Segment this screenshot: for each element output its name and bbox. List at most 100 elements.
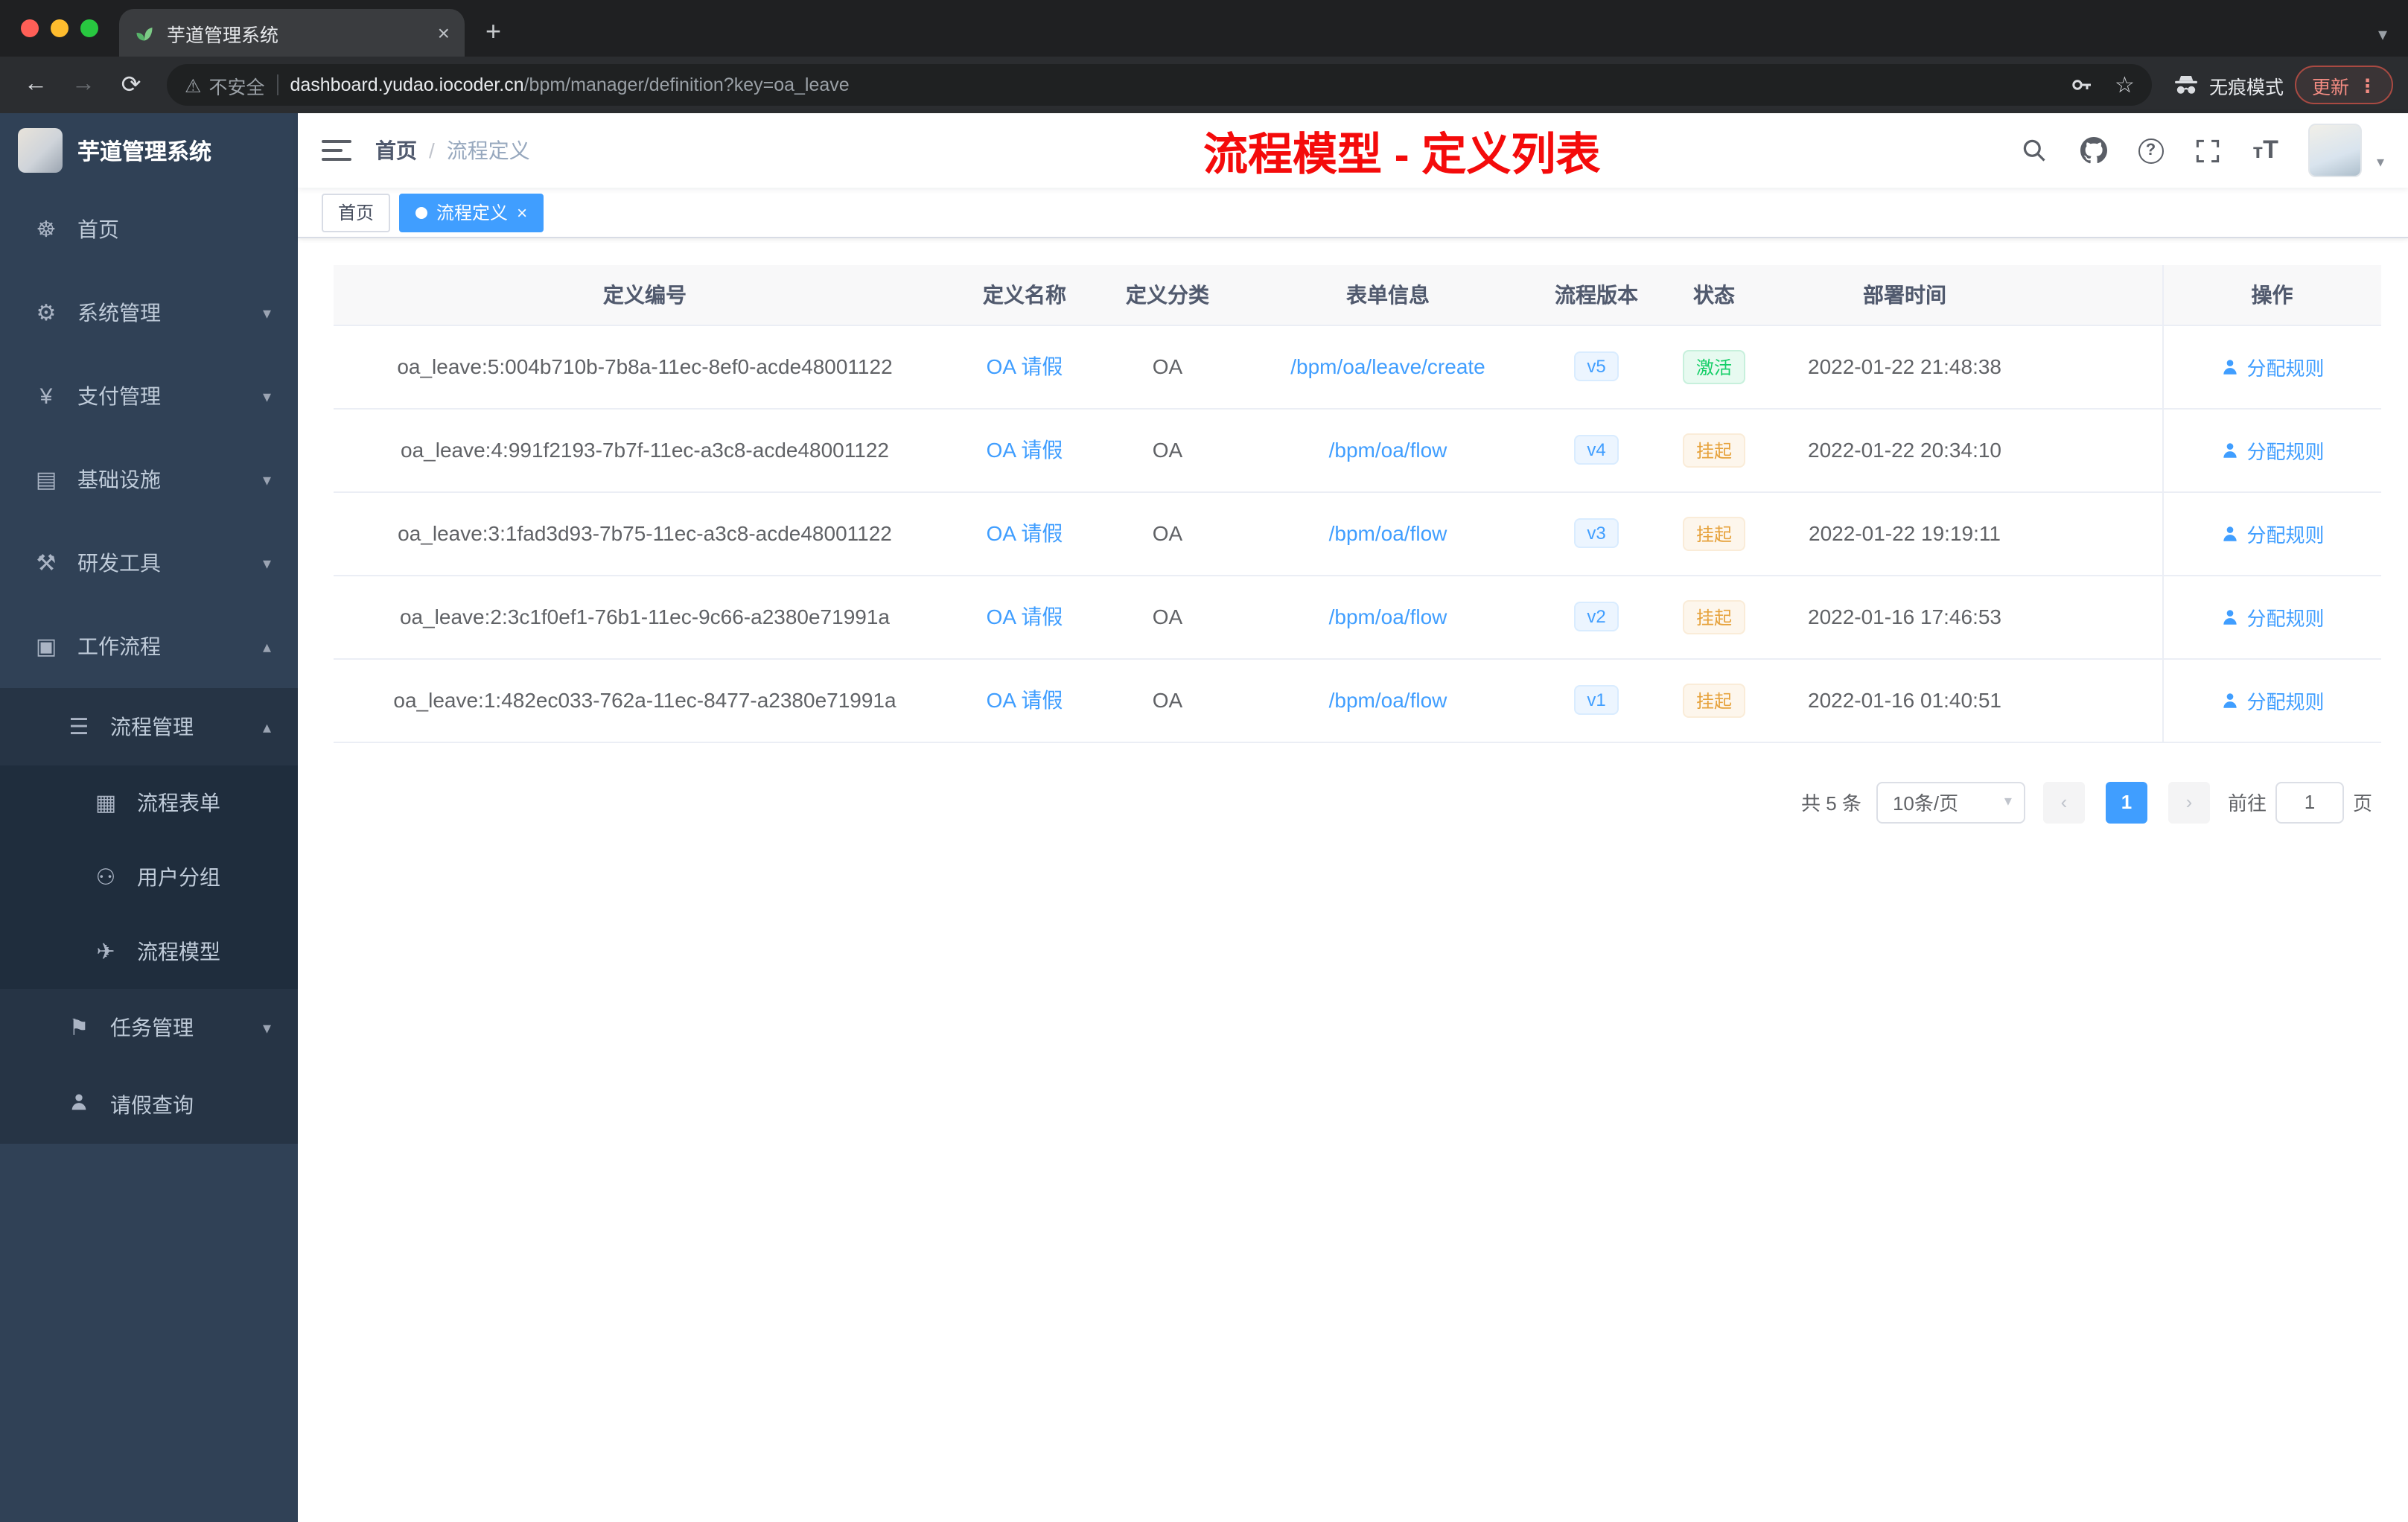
definition-name-link[interactable]: OA 请假 bbox=[987, 438, 1063, 462]
avatar-caret-icon[interactable]: ▾ bbox=[2377, 155, 2384, 177]
users-icon: ⚇ bbox=[95, 865, 116, 891]
tab-search-chevron-icon[interactable]: ▾ bbox=[2378, 24, 2387, 45]
page-number-button[interactable]: 1 bbox=[2105, 781, 2147, 823]
sidebar-item-workflow[interactable]: ▣ 工作流程 ▴ bbox=[0, 605, 298, 688]
deploy-time: 2022-01-22 19:19:11 bbox=[1769, 491, 2040, 576]
breadcrumb-current: 流程定义 bbox=[446, 138, 530, 162]
font-size-icon[interactable]: тT bbox=[2252, 136, 2278, 165]
sidebar-item-home[interactable]: ☸ 首页 bbox=[0, 188, 298, 271]
minimize-window-button[interactable] bbox=[51, 19, 69, 37]
definition-category: OA bbox=[1093, 575, 1242, 659]
not-secure-badge[interactable]: ⚠ 不安全 bbox=[185, 71, 264, 99]
next-page-button[interactable]: › bbox=[2167, 781, 2210, 823]
status-badge: 挂起 bbox=[1682, 516, 1745, 550]
sidebar-item-task-mgmt[interactable]: ⚑ 任务管理 ▾ bbox=[0, 989, 298, 1066]
deploy-time: 2022-01-16 17:46:53 bbox=[1769, 575, 2040, 659]
chrome-update-button[interactable]: 更新 ⋮ bbox=[2295, 66, 2393, 104]
definition-name-link[interactable]: OA 请假 bbox=[987, 605, 1063, 628]
user-avatar[interactable] bbox=[2307, 124, 2362, 177]
browser-toolbar: ← → ⟳ ⚠ 不安全 dashboard.yudao.iocoder.cn/b… bbox=[0, 57, 2408, 113]
table-row: oa_leave:4:991f2193-7b7f-11ec-a3c8-acde4… bbox=[334, 408, 2381, 492]
browser-tab[interactable]: 芋道管理系统 × bbox=[119, 9, 465, 57]
warning-icon: ⚠ bbox=[185, 75, 202, 96]
github-icon[interactable] bbox=[2078, 136, 2108, 165]
deploy-time: 2022-01-16 01:40:51 bbox=[1769, 658, 2040, 742]
sidebar-item-process-model[interactable]: ✈ 流程模型 bbox=[0, 914, 298, 989]
col-definition-id: 定义编号 bbox=[334, 265, 956, 325]
assign-rule-link[interactable]: 分配规则 bbox=[2220, 519, 2325, 547]
browser-menu-icon[interactable]: ⋮ bbox=[2358, 74, 2377, 96]
assign-rule-link[interactable]: 分配规则 bbox=[2220, 686, 2325, 714]
col-deploy-time: 部署时间 bbox=[1769, 265, 2040, 325]
form-link[interactable]: /bpm/oa/flow bbox=[1329, 438, 1447, 462]
definition-name-link[interactable]: OA 请假 bbox=[987, 354, 1063, 378]
logo-image bbox=[18, 128, 63, 173]
tag-process-definition[interactable]: 流程定义 × bbox=[399, 193, 544, 232]
url-text: dashboard.yudao.iocoder.cn/bpm/manager/d… bbox=[290, 74, 849, 95]
sidebar-logo[interactable]: 芋道管理系统 bbox=[0, 113, 298, 188]
status-badge: 挂起 bbox=[1682, 599, 1745, 634]
forward-button[interactable]: → bbox=[63, 71, 104, 98]
omnibox-icons: ☆ bbox=[2070, 71, 2135, 98]
monitor-icon: ▤ bbox=[35, 468, 57, 493]
omnibox-divider bbox=[276, 74, 278, 95]
breadcrumb: 首页 / 流程定义 bbox=[375, 136, 530, 165]
sidebar-item-leave-query[interactable]: 请假查询 bbox=[0, 1066, 298, 1144]
favicon bbox=[136, 28, 153, 41]
new-tab-button[interactable]: + bbox=[485, 16, 501, 48]
app-frame: 芋道管理系统 ☸ 首页 ⚙ 系统管理 ▾ ¥ 支付管理 ▾ ▤ 基础设施 ▾ ⚒… bbox=[0, 113, 2408, 1522]
form-link[interactable]: /bpm/oa/flow bbox=[1329, 605, 1447, 628]
bookmark-star-icon[interactable]: ☆ bbox=[2115, 71, 2135, 98]
page-size-select[interactable]: 10条/页 ▾ bbox=[1876, 781, 2025, 823]
chevron-down-icon: ▾ bbox=[262, 471, 271, 489]
sidebar-item-process-mgmt[interactable]: ☰ 流程管理 ▴ bbox=[0, 688, 298, 765]
sidebar-item-user-group[interactable]: ⚇ 用户分组 bbox=[0, 840, 298, 914]
close-window-button[interactable] bbox=[21, 19, 39, 37]
sidebar-toggle-icon[interactable] bbox=[322, 140, 351, 161]
version-badge: v2 bbox=[1573, 602, 1619, 631]
col-form-info: 表单信息 bbox=[1242, 265, 1534, 325]
active-dot-icon bbox=[415, 206, 428, 218]
tag-close-icon[interactable]: × bbox=[517, 202, 527, 223]
definition-name-link[interactable]: OA 请假 bbox=[987, 521, 1063, 545]
definition-name-link[interactable]: OA 请假 bbox=[987, 688, 1063, 712]
zoom-window-button[interactable] bbox=[80, 19, 98, 37]
sidebar: 芋道管理系统 ☸ 首页 ⚙ 系统管理 ▾ ¥ 支付管理 ▾ ▤ 基础设施 ▾ ⚒… bbox=[0, 113, 298, 1522]
sidebar-item-system-mgmt[interactable]: ⚙ 系统管理 ▾ bbox=[0, 271, 298, 354]
back-button[interactable]: ← bbox=[15, 71, 57, 98]
person-icon bbox=[2223, 526, 2237, 541]
person-icon bbox=[2223, 359, 2237, 374]
form-link[interactable]: /bpm/oa/flow bbox=[1329, 521, 1447, 545]
col-definition-name: 定义名称 bbox=[956, 265, 1093, 325]
tag-home[interactable]: 首页 bbox=[322, 193, 391, 232]
password-key-icon[interactable] bbox=[2070, 73, 2094, 97]
prev-page-button[interactable]: ‹ bbox=[2042, 781, 2085, 823]
fullscreen-icon[interactable] bbox=[2193, 136, 2223, 165]
search-icon[interactable] bbox=[2019, 136, 2048, 165]
navbar-actions: ? тT ▾ bbox=[2019, 124, 2384, 177]
workflow-submenu: ☰ 流程管理 ▴ ▦ 流程表单 ⚇ 用户分组 ✈ 流程模型 ⚑ 任务管理 ▾ 请… bbox=[0, 688, 298, 1144]
sidebar-item-dev-tools[interactable]: ⚒ 研发工具 ▾ bbox=[0, 521, 298, 605]
app-title: 芋道管理系统 bbox=[77, 139, 212, 165]
chevron-down-icon: ▾ bbox=[262, 305, 271, 322]
table-row: oa_leave:5:004b710b-7b8a-11ec-8ef0-acde4… bbox=[334, 325, 2381, 409]
assign-rule-link[interactable]: 分配规则 bbox=[2220, 352, 2325, 380]
form-link[interactable]: /bpm/oa/leave/create bbox=[1290, 354, 1485, 378]
deploy-time: 2022-01-22 20:34:10 bbox=[1769, 408, 2040, 492]
tab-close-icon[interactable]: × bbox=[438, 21, 450, 45]
goto-page-input[interactable] bbox=[2275, 781, 2344, 823]
assign-rule-link[interactable]: 分配规则 bbox=[2220, 602, 2325, 631]
breadcrumb-home[interactable]: 首页 bbox=[375, 136, 417, 165]
version-badge: v4 bbox=[1573, 435, 1619, 465]
form-link[interactable]: /bpm/oa/flow bbox=[1329, 688, 1447, 712]
reload-button[interactable]: ⟳ bbox=[110, 70, 152, 100]
assign-rule-link[interactable]: 分配规则 bbox=[2220, 436, 2325, 464]
version-badge: v1 bbox=[1573, 685, 1619, 715]
document-icon: ▦ bbox=[95, 791, 117, 816]
help-icon[interactable]: ? bbox=[2138, 138, 2164, 163]
sidebar-item-process-form[interactable]: ▦ 流程表单 bbox=[0, 765, 298, 840]
sidebar-item-infrastructure[interactable]: ▤ 基础设施 ▾ bbox=[0, 438, 298, 521]
sidebar-item-payment-mgmt[interactable]: ¥ 支付管理 ▾ bbox=[0, 354, 298, 438]
address-bar[interactable]: ⚠ 不安全 dashboard.yudao.iocoder.cn/bpm/man… bbox=[167, 64, 2153, 106]
person-icon bbox=[2223, 442, 2237, 457]
